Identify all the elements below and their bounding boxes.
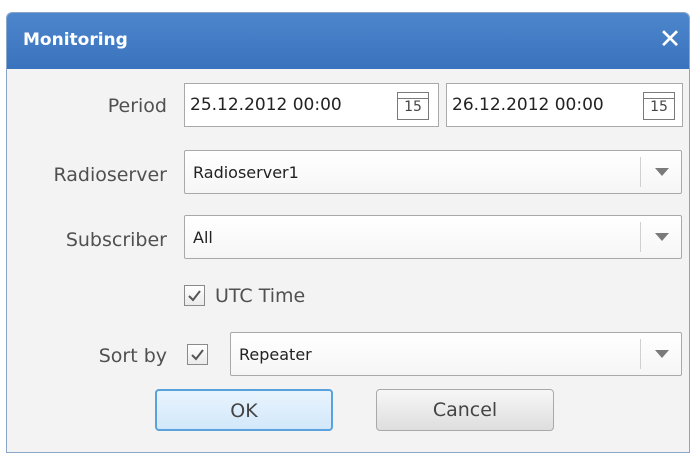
chevron-down-icon[interactable] bbox=[655, 233, 669, 241]
utc-time-label: UTC Time bbox=[215, 285, 306, 307]
cancel-button[interactable]: Cancel bbox=[376, 389, 554, 431]
ok-button[interactable]: OK bbox=[155, 389, 333, 431]
period-to-value: 26.12.2012 00:00 bbox=[452, 95, 604, 115]
subscriber-label: Subscriber bbox=[65, 229, 167, 251]
sort-by-label: Sort by bbox=[98, 345, 167, 367]
period-from-value: 25.12.2012 00:00 bbox=[190, 95, 342, 115]
calendar-icon[interactable]: 15 bbox=[643, 92, 675, 120]
subscriber-select[interactable]: All bbox=[184, 215, 682, 259]
dialog-title: Monitoring bbox=[23, 30, 128, 50]
radioserver-select[interactable]: Radioserver1 bbox=[184, 150, 682, 194]
period-label: Period bbox=[107, 95, 167, 117]
period-from-field[interactable]: 25.12.2012 00:00 15 bbox=[184, 83, 439, 127]
period-to-field[interactable]: 26.12.2012 00:00 15 bbox=[446, 83, 683, 127]
title-bar: Monitoring ✕ bbox=[7, 13, 689, 69]
chevron-down-icon[interactable] bbox=[655, 350, 669, 358]
chevron-down-icon[interactable] bbox=[655, 168, 669, 176]
radioserver-value: Radioserver1 bbox=[193, 163, 299, 182]
sort-by-value: Repeater bbox=[239, 345, 312, 364]
radioserver-label: Radioserver bbox=[53, 164, 167, 186]
utc-time-checkbox[interactable] bbox=[184, 285, 205, 306]
sort-by-checkbox[interactable] bbox=[187, 344, 208, 365]
calendar-day: 15 bbox=[650, 99, 668, 115]
calendar-icon[interactable]: 15 bbox=[397, 92, 429, 120]
close-icon[interactable]: ✕ bbox=[655, 25, 685, 55]
checkmark-icon bbox=[188, 290, 201, 302]
monitoring-dialog: Monitoring ✕ Period 25.12.2012 00:00 15 … bbox=[6, 12, 690, 453]
calendar-day: 15 bbox=[404, 99, 422, 115]
sort-by-select[interactable]: Repeater bbox=[230, 332, 682, 376]
subscriber-value: All bbox=[193, 228, 213, 247]
checkmark-icon bbox=[191, 349, 204, 361]
